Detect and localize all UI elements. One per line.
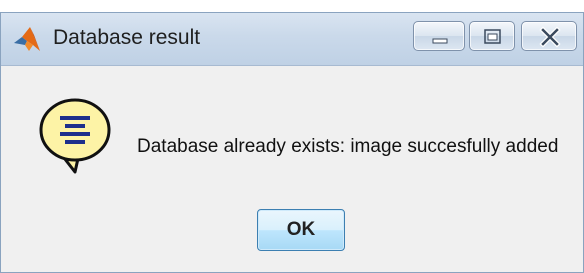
dialog-message: Database already exists: image succesful… — [137, 136, 559, 157]
title-bar[interactable]: Database result — [1, 13, 583, 66]
ok-button[interactable]: OK — [257, 209, 345, 251]
maximize-button[interactable] — [469, 21, 515, 51]
close-button[interactable] — [521, 21, 577, 51]
close-icon — [539, 26, 561, 48]
minimize-icon — [432, 38, 448, 44]
dialog-content: Database already exists: image succesful… — [1, 66, 583, 272]
window-title: Database result — [53, 26, 201, 49]
help-speech-bubble-icon — [35, 94, 115, 174]
dialog-window: Database result Database already exists:… — [0, 12, 584, 273]
maximize-icon — [484, 29, 501, 44]
minimize-button[interactable] — [413, 21, 465, 51]
matlab-logo-icon — [13, 25, 41, 53]
